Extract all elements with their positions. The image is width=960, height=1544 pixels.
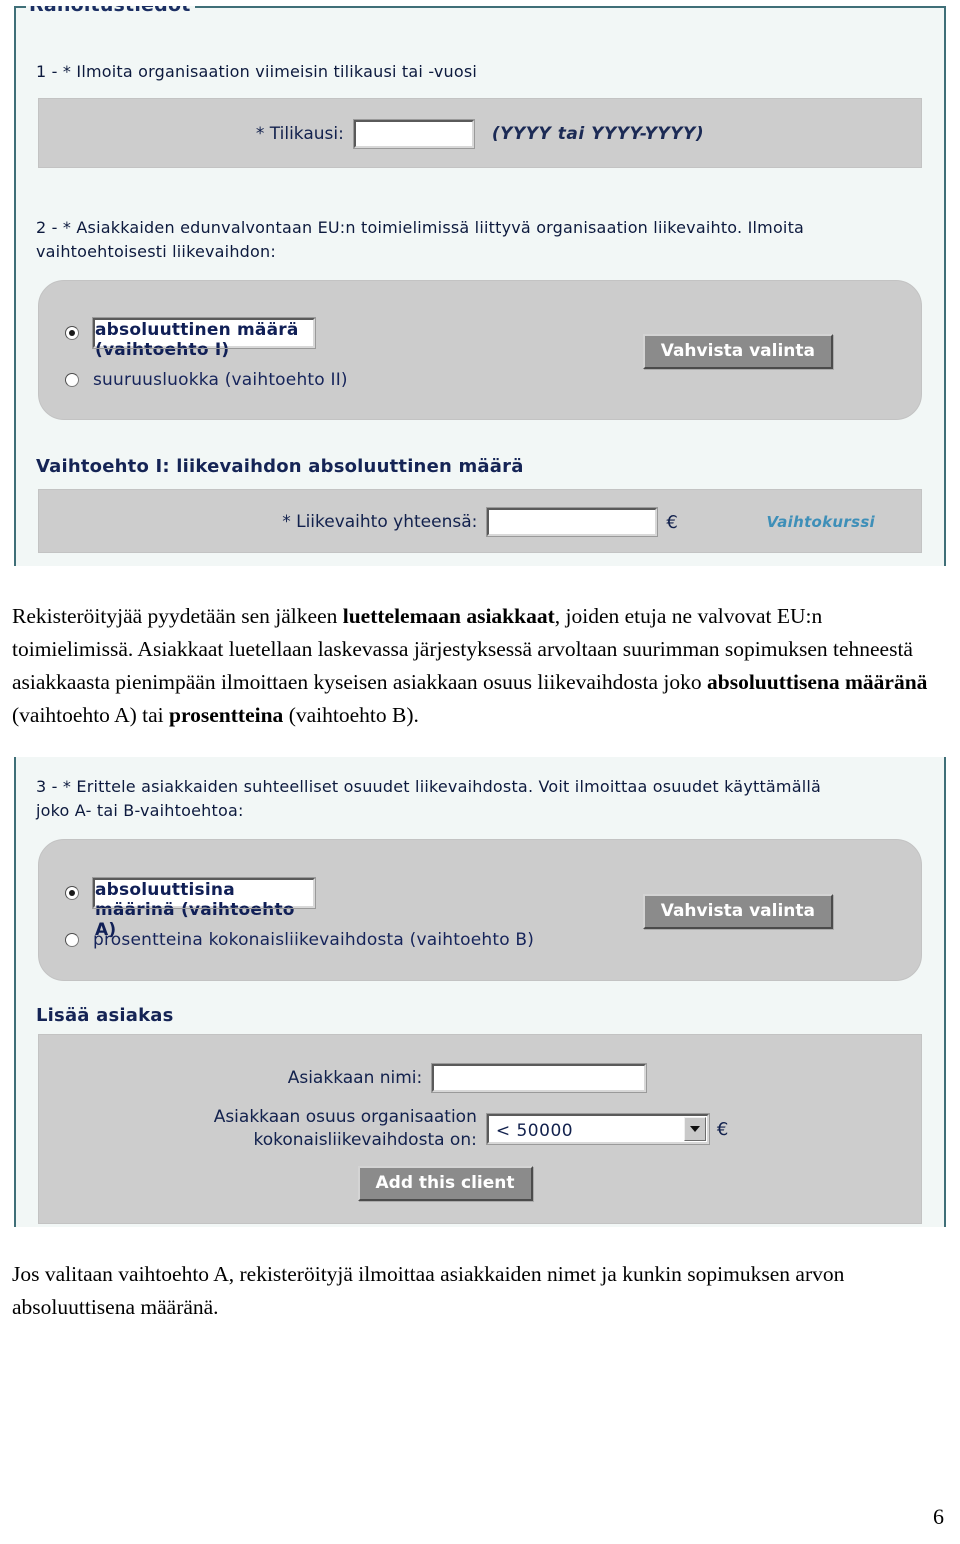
paragraph-middle-part1: Rekisteröityjää pyydetään sen jälkeen — [12, 604, 343, 628]
radio-label: prosentteina kokonaisliikevaihdosta (vai… — [93, 930, 535, 950]
question-3-text-line1: 3 - * Erittele asiakkaiden suhteelliset … — [36, 777, 822, 796]
add-this-client-button[interactable]: Add this client — [357, 1165, 533, 1201]
exchange-rate-link[interactable]: Vaihtokurssi — [766, 513, 875, 531]
tilikausi-hint: (YYYY tai YYYY-YYYY) — [491, 124, 705, 144]
paragraph-middle-bold1: luettelemaan asiakkaat — [342, 604, 555, 628]
option-i-panel: * Liikevaihto yhteensä: € Vaihtokurssi — [38, 489, 922, 553]
form-screenshot-top: Rahoitustiedot 1 - * Ilmoita organisaati… — [14, 6, 946, 566]
euro-symbol-icon: € — [666, 511, 678, 533]
chevron-down-icon[interactable] — [683, 1117, 706, 1141]
fieldset-rahoitustiedot: Rahoitustiedot 1 - * Ilmoita organisaati… — [14, 6, 946, 566]
client-name-input[interactable] — [431, 1063, 648, 1093]
confirm-selection-button-q2[interactable]: Vahvista valinta — [642, 333, 833, 369]
question-3-radio-group: absoluuttisina määrinä (vaihtoehto A) pr… — [39, 852, 643, 970]
client-share-select-value: < 50000 — [495, 1121, 574, 1141]
option-i-heading: Vaihtoehto I: liikevaihdon absoluuttinen… — [36, 456, 524, 477]
add-client-panel: Asiakkaan nimi: Asiakkaan osuus organisa… — [38, 1034, 922, 1224]
question-2-text-line1: 2 - * Asiakkaiden edunvalvontaan EU:n to… — [36, 218, 805, 237]
radio-icon-selected[interactable] — [65, 326, 79, 340]
confirm-selection-button-q3[interactable]: Vahvista valinta — [642, 893, 833, 929]
question-1-text: 1 - * Ilmoita organisaation viimeisin ti… — [36, 62, 478, 81]
paragraph-middle: Rekisteröityjää pyydetään sen jälkeen lu… — [12, 600, 934, 732]
paragraph-middle-bold2: absoluuttisena määränä — [707, 670, 928, 694]
radio-label: absoluuttisina määrinä (vaihtoehto A) — [92, 877, 316, 940]
radio-option-absoluuttinen-maara[interactable]: absoluuttinen määrä (vaihtoehto I) — [65, 317, 643, 360]
client-name-label: Asiakkaan nimi: — [287, 1068, 423, 1088]
radio-option-suuruusluokka[interactable]: suuruusluokka (vaihtoehto II) — [65, 370, 643, 390]
paragraph-middle-part4: (vaihtoehto B). — [283, 703, 419, 727]
client-share-label-line2: kokonaisliikevaihdosta on: — [253, 1130, 477, 1150]
client-share-select[interactable]: < 50000 — [485, 1113, 710, 1145]
paragraph-bottom: Jos valitaan vaihtoehto A, rekisteröityj… — [12, 1262, 845, 1319]
question-3-panel: absoluuttisina määrinä (vaihtoehto A) pr… — [38, 839, 922, 981]
question-2-panel: absoluuttinen määrä (vaihtoehto I) suuru… — [38, 280, 922, 420]
paragraph-middle-part3: (vaihtoehto A) tai — [12, 703, 170, 727]
radio-icon-unselected[interactable] — [65, 373, 79, 387]
question-2-text-line2: vaihtoehtoisesti liikevaihdon: — [36, 242, 276, 261]
radio-icon-unselected[interactable] — [65, 933, 79, 947]
radio-option-absoluuttisina-maarina[interactable]: absoluuttisina määrinä (vaihtoehto A) — [65, 877, 643, 940]
paragraph-middle-bold3: prosentteina — [169, 703, 284, 727]
client-share-label: Asiakkaan osuus organisaation kokonaisli… — [214, 1106, 477, 1152]
client-share-label-line1: Asiakkaan osuus organisaation — [213, 1107, 477, 1127]
question-3-text-line2: joko A- tai B-vaihtoehtoa: — [36, 801, 244, 820]
liikevaihto-label: * Liikevaihto yhteensä: — [282, 512, 478, 532]
form-screenshot-bottom: 3 - * Erittele asiakkaiden suhteelliset … — [14, 757, 946, 1227]
radio-icon-selected[interactable] — [65, 886, 79, 900]
tilikausi-label: * Tilikausi: — [255, 124, 344, 144]
radio-label: absoluuttinen määrä (vaihtoehto I) — [92, 317, 316, 360]
page-root: Rahoitustiedot 1 - * Ilmoita organisaati… — [0, 0, 960, 1544]
radio-label: suuruusluokka (vaihtoehto II) — [93, 370, 348, 390]
add-client-heading: Lisää asiakas — [36, 1005, 174, 1026]
tilikausi-input[interactable] — [352, 119, 475, 149]
radio-option-prosentteina[interactable]: prosentteina kokonaisliikevaihdosta (vai… — [65, 930, 643, 950]
question-1-panel: * Tilikausi: (YYYY tai YYYY-YYYY) — [38, 98, 922, 168]
page-number: 6 — [933, 1504, 944, 1529]
fieldset-asiakkaat: 3 - * Erittele asiakkaiden suhteelliset … — [14, 757, 946, 1227]
liikevaihto-input[interactable] — [486, 507, 659, 537]
fieldset-legend: Rahoitustiedot — [26, 6, 196, 15]
euro-symbol-icon: € — [716, 1118, 729, 1140]
question-2-radio-group: absoluuttinen määrä (vaihtoehto I) suuru… — [39, 292, 643, 410]
